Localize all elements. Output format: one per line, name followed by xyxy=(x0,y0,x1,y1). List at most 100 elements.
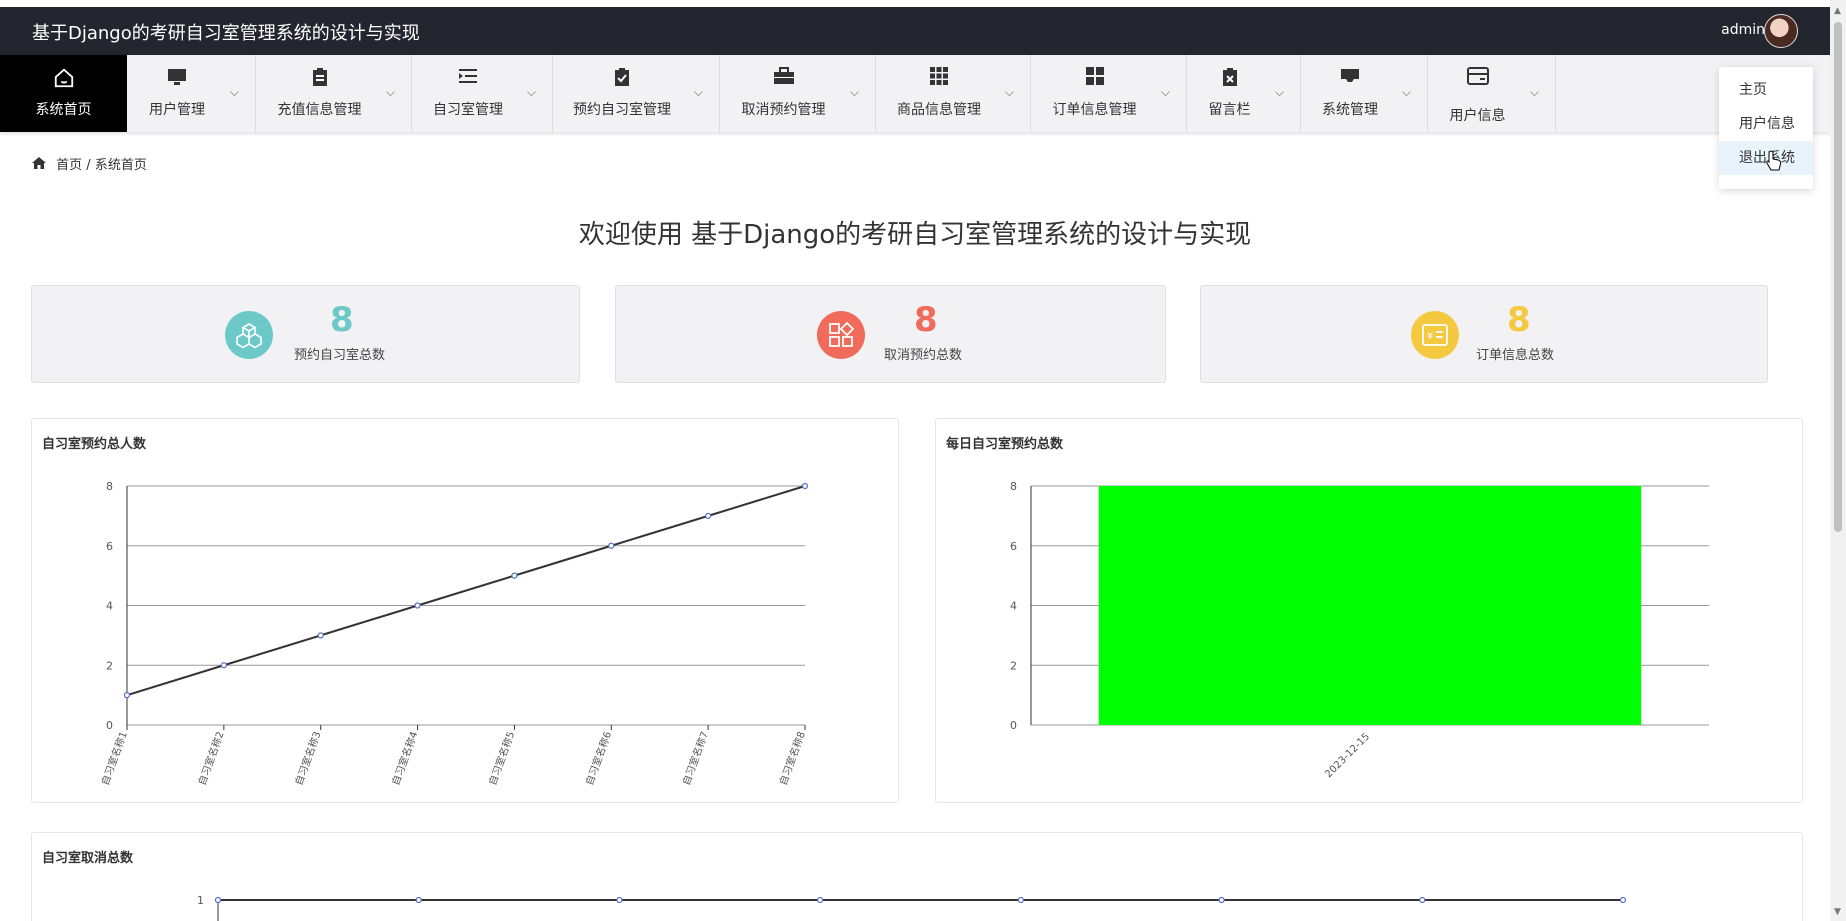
stat-value: 8 xyxy=(914,300,938,340)
chevron-down-icon: ⌵ xyxy=(1004,85,1014,99)
home-icon xyxy=(0,67,127,94)
data-point xyxy=(220,662,227,669)
header-bar: 基于Django的考研自习室管理系统的设计与实现 admin xyxy=(0,7,1830,55)
data-point xyxy=(1619,896,1627,904)
stat-label: 取消预约总数 xyxy=(884,348,963,363)
y-tick-label: 0 xyxy=(1010,719,1017,732)
line-chart: 0 2 4 6 8 自习室名称1 自习室名称2 自习室名称3 自习室名称4 自习室名称5 自习室名称… xyxy=(98,480,809,787)
avatar[interactable] xyxy=(1764,14,1798,48)
data-point xyxy=(1419,896,1426,904)
nav-item-label: 预约自习室管理 xyxy=(573,102,671,118)
x-tick-label: 自习室名称7 xyxy=(679,730,710,787)
breadcrumb-current: 系统首页 xyxy=(94,158,147,173)
y-tick-label: 6 xyxy=(1010,540,1017,553)
menu-item-home[interactable]: 主页 xyxy=(1719,73,1813,107)
data-point xyxy=(123,692,131,699)
scroll-thumb[interactable] xyxy=(1834,22,1842,532)
nav-item-label: 系统管理 xyxy=(1322,102,1378,118)
nav-item-messages[interactable]: 留言栏 ⌵ xyxy=(1187,55,1301,132)
line-chart: 1 xyxy=(197,894,1627,921)
nav-item-cancel[interactable]: 取消预约管理 ⌵ xyxy=(720,55,876,132)
menu-item-user-info[interactable]: 用户信息 xyxy=(1719,107,1813,141)
bar xyxy=(1098,486,1642,725)
y-tick-label: 2 xyxy=(106,659,113,672)
chart-panel-cancellations: 自习室取消总数 1 xyxy=(31,832,1803,921)
breadcrumb: 首页 / 系统首页 xyxy=(32,154,147,173)
x-tick-label: 自习室名称6 xyxy=(583,730,614,787)
monitor-icon xyxy=(113,67,241,92)
briefcase-icon xyxy=(706,67,861,90)
data-point xyxy=(608,542,615,549)
chevron-down-icon: ⌵ xyxy=(1160,85,1170,99)
stat-label: 预约自习室总数 xyxy=(294,348,386,363)
nav-item-system[interactable]: 系统管理 ⌵ xyxy=(1301,55,1428,132)
y-tick-label: 6 xyxy=(106,540,113,553)
nav-item-label: 商品信息管理 xyxy=(897,102,981,118)
data-point xyxy=(214,896,222,904)
app-window: 基于Django的考研自习室管理系统的设计与实现 admin 系统首页 用户管理… xyxy=(0,0,1846,921)
bar-chart: 0 2 4 6 8 2023-12-15 xyxy=(1010,480,1709,780)
grid-icon xyxy=(862,67,1016,90)
scroll-down-icon[interactable]: ▼ xyxy=(1834,907,1841,917)
chevron-down-icon: ⌵ xyxy=(526,85,536,99)
breadcrumb-home-link[interactable]: 首页 xyxy=(56,158,82,173)
svg-text:¥: ¥ xyxy=(1427,331,1433,342)
y-tick-label: 2 xyxy=(1010,659,1017,672)
clipboard-x-icon xyxy=(1173,67,1286,92)
x-tick-label: 自习室名称5 xyxy=(486,730,517,787)
shapes-icon xyxy=(817,311,865,359)
invoice-icon: ¥ xyxy=(1411,311,1459,359)
card-icon xyxy=(1414,67,1541,90)
y-tick-label: 8 xyxy=(1010,480,1017,493)
x-tick-label: 自习室名称4 xyxy=(389,730,420,787)
nav-item-goods[interactable]: 商品信息管理 ⌵ xyxy=(876,55,1031,132)
nav-item-orders[interactable]: 订单信息管理 ⌵ xyxy=(1031,55,1187,132)
main-nav: 系统首页 用户管理 ⌵ 充值信息管理 ⌵ 自习室管理 ⌵ 预约自习室管理 ⌵ 取… xyxy=(0,55,1830,132)
apps-icon xyxy=(1017,67,1172,90)
nav-item-label: 留言栏 xyxy=(1208,102,1251,118)
x-tick-label: 2023-12-15 xyxy=(1323,731,1372,780)
nav-item-label: 用户信息 xyxy=(1449,108,1506,124)
nav-item-reservation[interactable]: 预约自习室管理 ⌵ xyxy=(553,55,720,132)
stat-card-orders: ¥ 8 订单信息总数 xyxy=(1200,285,1768,383)
chevron-down-icon: ⌵ xyxy=(693,85,703,99)
series-line xyxy=(126,485,806,697)
nav-item-recharge[interactable]: 充值信息管理 ⌵ xyxy=(256,55,412,132)
inbox-icon xyxy=(1287,67,1413,90)
chevron-down-icon: ⌵ xyxy=(1274,85,1284,99)
data-point xyxy=(415,896,422,904)
cubes-icon xyxy=(225,311,273,359)
clipboard-icon xyxy=(242,67,397,92)
nav-item-user-management[interactable]: 用户管理 ⌵ xyxy=(127,55,256,132)
top-strip xyxy=(0,0,1830,7)
data-point xyxy=(817,896,824,904)
nav-item-home[interactable]: 系统首页 xyxy=(0,55,127,132)
y-tick-label: 0 xyxy=(106,719,113,732)
nav-item-label: 用户管理 xyxy=(149,102,205,118)
page-title: 欢迎使用 基于Django的考研自习室管理系统的设计与实现 xyxy=(578,220,1252,250)
y-tick-label: 4 xyxy=(1010,600,1017,613)
scroll-up-icon[interactable]: ▲ xyxy=(1834,6,1841,16)
chevron-down-icon: ⌵ xyxy=(1529,85,1539,99)
x-tick-label: 自习室名称2 xyxy=(195,730,226,787)
nav-item-user-info[interactable]: 用户信息 ⌵ xyxy=(1428,55,1556,132)
chart-panel-daily: 每日自习室预约总数 0 2 4 6 8 2023-12-15 xyxy=(935,418,1803,803)
nav-item-label: 系统首页 xyxy=(35,102,92,118)
nav-item-study-room[interactable]: 自习室管理 ⌵ xyxy=(412,55,553,132)
username[interactable]: admin xyxy=(1721,22,1765,38)
stat-card-cancellations: 8 取消预约总数 xyxy=(615,285,1166,383)
stat-value: 8 xyxy=(330,300,354,340)
y-tick-label: 8 xyxy=(106,480,113,493)
indent-icon xyxy=(398,67,538,90)
stat-value: 8 xyxy=(1507,300,1531,340)
data-point xyxy=(801,482,809,490)
data-point xyxy=(705,512,712,519)
app-title: 基于Django的考研自习室管理系统的设计与实现 xyxy=(32,23,420,44)
chevron-down-icon: ⌵ xyxy=(385,85,395,99)
vertical-scrollbar[interactable]: ▲ ▼ xyxy=(1830,0,1846,921)
chevron-down-icon: ⌵ xyxy=(1401,85,1411,99)
stat-card-reservations: 8 预约自习室总数 xyxy=(31,285,580,383)
stat-label: 订单信息总数 xyxy=(1476,348,1555,363)
breadcrumb-separator: / xyxy=(86,158,91,173)
x-tick-label: 自习室名称8 xyxy=(776,730,807,787)
